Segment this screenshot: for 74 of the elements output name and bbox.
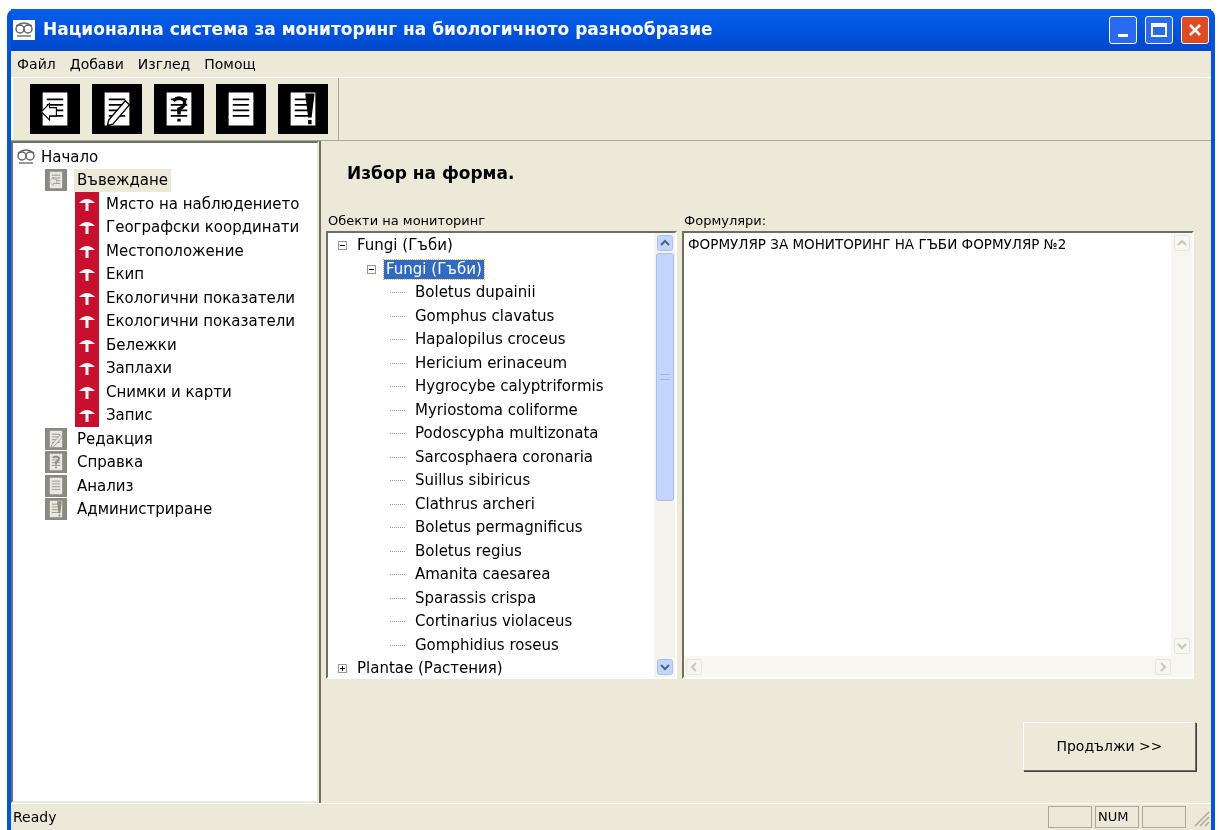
tree-item[interactable]: Boletus dupainii [413,283,538,303]
list-item[interactable]: ФОРМУЛЯР ЗА МОНИТОРИНГ НА ГЪБИ ФОРМУЛЯР №2 [688,234,1171,255]
nav-item[interactable]: Справка [74,451,147,474]
binoculars-icon [16,147,36,166]
document-icon [45,427,67,450]
tree-item[interactable]: Clathrus archeri [413,494,537,514]
binoculars-icon [14,21,34,39]
minimize-button[interactable] [1109,16,1137,44]
nav-item[interactable]: Екологични показатели [106,310,295,333]
heading: Избор на форма. [346,162,516,185]
tree-item[interactable]: Sparassis crispa [413,588,539,608]
field-label: Обекти на мониторинг [327,212,487,230]
tree-item[interactable]: Hygrocybe calyptriformis [413,377,606,397]
nav-item[interactable]: Екологични показатели [106,286,295,309]
tree-item[interactable]: Boletus permagnificus [413,518,585,538]
nav-item[interactable]: Начало [41,145,99,168]
window-title: Национална система за мониторинг на биологичното разнообразие [43,18,713,42]
nav-item[interactable]: Географски координати [106,216,300,239]
toolbar-button[interactable] [92,84,142,134]
toolbar-button[interactable] [30,84,80,134]
status-panel [1142,806,1186,828]
toolbar-button[interactable] [278,84,328,134]
tree-item[interactable]: Fungi (Гъби) [355,236,455,256]
tree-item[interactable]: Gomphidius roseus [413,635,561,655]
nav-item[interactable]: Анализ [74,474,137,497]
menu-item[interactable]: Помощ [204,53,256,75]
mushroom-icon [75,191,99,216]
nav-item[interactable]: Бележки [106,333,177,356]
menu-item[interactable]: Добави [69,53,124,75]
toolbar-button[interactable] [216,84,266,134]
document-icon [45,169,67,192]
menu-item[interactable]: Изглед [137,53,191,75]
maximize-button[interactable] [1145,16,1173,44]
tree-item[interactable]: Gomphus clavatus [413,306,557,326]
tree-item[interactable]: Amanita caesarea [413,565,553,585]
tree-item[interactable]: Fungi (Гъби) [384,259,484,279]
nav-item[interactable]: Заплахи [106,357,173,380]
scrollbar[interactable] [654,233,675,677]
collapse-icon[interactable] [338,241,347,251]
expand-icon[interactable] [338,664,347,674]
nav-item[interactable]: Администриране [74,498,216,521]
scroll-up-icon[interactable] [656,235,673,251]
document-icon [45,498,67,521]
status-panel [1048,806,1092,828]
nav-item[interactable]: Въвеждане [74,169,172,192]
collapse-icon[interactable] [367,264,376,274]
menu-item[interactable]: Файл [17,53,56,75]
nav-item[interactable]: Местоположение [106,239,244,262]
scroll-thumb[interactable] [655,253,674,501]
nav-item[interactable]: Място на наблюдението [106,192,300,215]
tree-item[interactable]: Suillus sibiricus [413,471,533,491]
tree-item[interactable]: Hericium erinaceum [413,353,569,373]
tree-item[interactable]: Sarcosphaera coronaria [413,447,596,467]
document-icon [45,451,67,474]
mushroom-icon [75,403,99,428]
tree-item[interactable]: Hapalopilus croceus [413,330,568,350]
nav-item[interactable]: Снимки и карти [106,380,232,403]
nav-item[interactable]: Запис [106,404,153,427]
close-button[interactable] [1181,16,1209,44]
tree-item[interactable]: Myriostoma coliforme [413,400,580,420]
tree-item[interactable]: Cortinarius violaceus [413,612,575,632]
status-text: Ready [13,807,58,827]
tree-item[interactable]: Podoscypha multizonata [413,424,601,444]
nav-item[interactable]: Екип [106,263,145,286]
toolbar-button[interactable] [154,84,204,134]
scroll-down-icon[interactable] [656,659,673,675]
tree-item[interactable]: Plantae (Растения) [355,659,505,677]
document-icon [45,474,67,497]
tree-item[interactable]: Boletus regius [413,541,524,561]
continue-button[interactable]: Продължи >> [1023,721,1196,771]
close-icon [1188,23,1202,37]
status-indicator: NUM [1095,806,1139,828]
field-label: Формуляри: [683,212,768,230]
nav-item[interactable]: Редакция [74,427,156,450]
